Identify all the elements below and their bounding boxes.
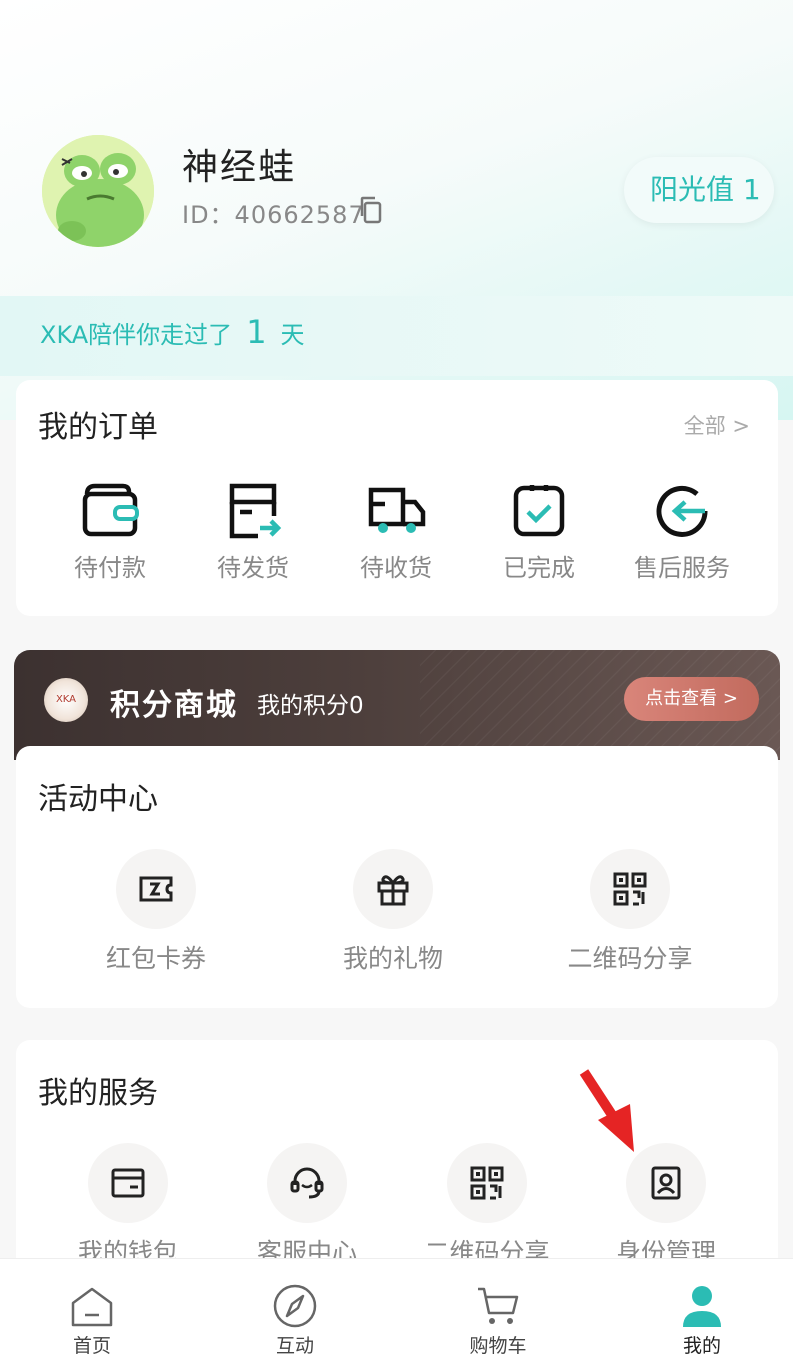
order-label: 待发货: [217, 554, 289, 582]
truck-icon: [368, 487, 426, 533]
order-after-sales[interactable]: 售后服务: [612, 480, 752, 583]
view-points-button[interactable]: 点击查看 >: [624, 677, 759, 721]
icon-circle: [590, 849, 670, 929]
icon-circle: [353, 849, 433, 929]
companion-days-banner: XKA陪伴你走过了 1 天: [0, 296, 793, 376]
orders-title: 我的订单: [38, 410, 158, 445]
qrcode-icon: [470, 1166, 504, 1200]
tab-label: 首页: [72, 1335, 111, 1357]
check-square-icon: [513, 485, 565, 537]
username: 神经蛙: [182, 147, 297, 188]
activity-center-card: 活动中心 红包卡券 我的礼物 二维码分享: [16, 746, 778, 1008]
frog-avatar-icon: [42, 135, 154, 247]
icon-circle: [267, 1143, 347, 1223]
red-arrow-annotation-icon: [579, 1069, 634, 1152]
activity-qrcode-share[interactable]: 二维码分享: [540, 849, 720, 975]
days-prefix: XKA陪伴你走过了: [40, 321, 233, 349]
order-label: 待付款: [74, 554, 146, 582]
tab-label: 我的: [682, 1335, 721, 1357]
profile-header: 神经蛙 ID：40662587 阳光值 1: [0, 0, 793, 300]
avatar[interactable]: [42, 135, 154, 247]
user-id: ID：40662587: [182, 201, 365, 229]
wallet-icon: [82, 483, 139, 537]
sunshine-value-badge[interactable]: 阳光值 1: [624, 157, 774, 223]
order-completed[interactable]: 已完成: [469, 480, 609, 583]
tab-mine[interactable]: 我的: [642, 1283, 762, 1358]
activity-title: 活动中心: [38, 782, 158, 817]
services-title: 我的服务: [38, 1076, 158, 1111]
icon-circle: [626, 1143, 706, 1223]
headset-icon: [290, 1167, 324, 1199]
tab-label: 购物车: [469, 1335, 527, 1357]
days-count: 1: [246, 313, 267, 351]
user-icon: [683, 1286, 721, 1327]
activity-label: 红包卡券: [105, 944, 206, 973]
cart-icon: [478, 1287, 519, 1324]
points-mall-title: 积分商城: [110, 688, 238, 723]
order-pending-shipment[interactable]: 待发货: [183, 480, 323, 583]
home-icon: [71, 1287, 113, 1327]
order-pending-receipt[interactable]: 待收货: [326, 480, 466, 583]
bottom-tab-bar: 首页 互动 购物车 我的: [0, 1258, 793, 1365]
service-customer-center[interactable]: 客服中心: [217, 1143, 397, 1269]
order-label: 售后服务: [634, 554, 730, 582]
service-wallet[interactable]: 我的钱包: [38, 1143, 218, 1269]
my-orders-card: 我的订单 全部 > 待付款 待发货 待收货 已完成 售后服务: [16, 380, 778, 616]
days-suffix: 天: [280, 321, 305, 349]
coupon-icon: [139, 876, 173, 902]
qrcode-icon: [613, 872, 647, 906]
service-identity-management[interactable]: 身份管理: [576, 1143, 756, 1269]
my-services-card: 我的服务 我的钱包 客服中心 二维码分享 身份管理: [16, 1040, 778, 1290]
activity-label: 我的礼物: [342, 944, 443, 973]
orders-view-all-link[interactable]: 全部 >: [684, 410, 750, 440]
activity-label: 二维码分享: [567, 944, 693, 973]
box-ship-icon: [229, 483, 282, 539]
icon-circle: [88, 1143, 168, 1223]
tab-cart[interactable]: 购物车: [438, 1283, 558, 1358]
id-card-icon: [651, 1166, 681, 1200]
tab-home[interactable]: 首页: [32, 1283, 152, 1358]
icon-circle: [116, 849, 196, 929]
compass-icon: [273, 1284, 317, 1328]
activity-gifts[interactable]: 我的礼物: [303, 849, 483, 975]
tab-label: 互动: [275, 1335, 314, 1357]
order-label: 已完成: [503, 554, 575, 582]
activity-coupons[interactable]: 红包卡券: [66, 849, 246, 975]
points-mall-banner[interactable]: XKA 积分商城 我的积分0 点击查看 >: [14, 650, 780, 760]
return-icon: [656, 485, 708, 537]
copy-icon[interactable]: [358, 196, 384, 224]
wallet-card-icon: [111, 1168, 145, 1198]
service-qrcode-share[interactable]: 二维码分享: [397, 1143, 577, 1269]
tab-interact[interactable]: 互动: [235, 1283, 355, 1358]
order-label: 待收货: [360, 554, 432, 582]
xka-logo: XKA: [44, 678, 88, 722]
order-pending-payment[interactable]: 待付款: [40, 480, 180, 583]
my-points: 我的积分0: [257, 693, 364, 719]
icon-circle: [447, 1143, 527, 1223]
gift-icon: [377, 875, 409, 906]
